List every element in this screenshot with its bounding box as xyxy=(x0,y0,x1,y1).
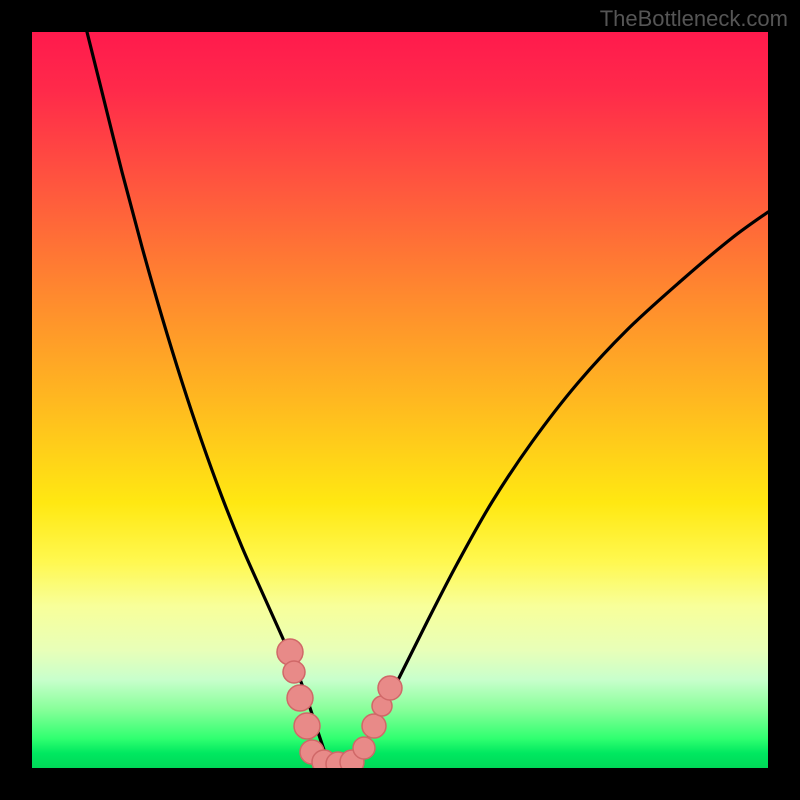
curve-marker xyxy=(378,676,402,700)
curve-marker xyxy=(283,661,305,683)
curve-markers xyxy=(277,639,402,768)
chart-frame xyxy=(32,32,768,768)
watermark-text: TheBottleneck.com xyxy=(600,6,788,32)
curve-marker xyxy=(294,713,320,739)
right-curve xyxy=(352,212,768,768)
curve-marker xyxy=(353,737,375,759)
curve-marker xyxy=(287,685,313,711)
chart-svg xyxy=(32,32,768,768)
curve-marker xyxy=(362,714,386,738)
